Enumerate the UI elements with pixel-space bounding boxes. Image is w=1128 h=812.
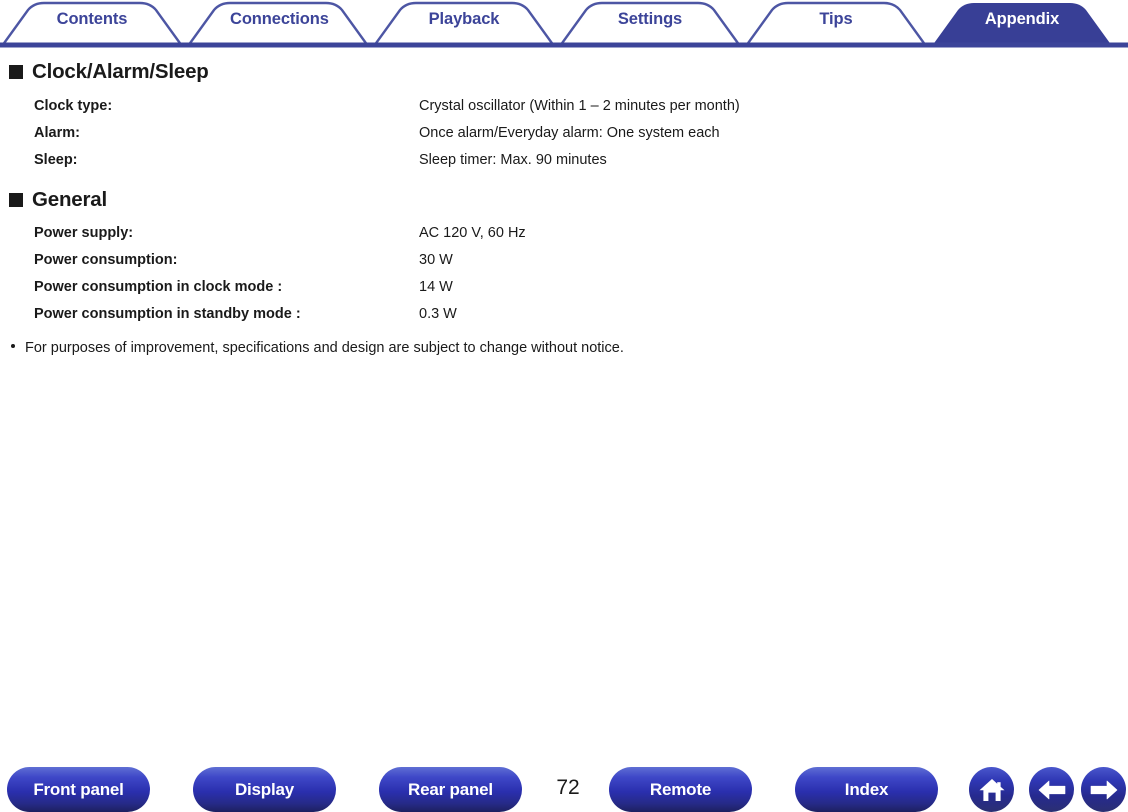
- spec-row: Power consumption: 30 W: [0, 252, 1128, 268]
- spec-value: Sleep timer: Max. 90 minutes: [419, 151, 607, 168]
- spec-value: 0.3 W: [419, 306, 457, 322]
- back-button[interactable]: [1029, 767, 1074, 812]
- footer-button-index[interactable]: Index: [795, 767, 938, 812]
- spec-label: Power consumption in standby mode :: [34, 306, 301, 322]
- tab-contents[interactable]: Contents: [44, 10, 140, 29]
- footer-button-rear-panel[interactable]: Rear panel: [379, 767, 522, 812]
- footer-button-remote[interactable]: Remote: [609, 767, 752, 812]
- footer-button-front-panel[interactable]: Front panel: [7, 767, 150, 812]
- spec-label: Power consumption:: [34, 252, 178, 268]
- tab-playback[interactable]: Playback: [416, 10, 512, 29]
- spec-row: Power consumption in standby mode : 0.3 …: [0, 306, 1128, 322]
- footer-button-display[interactable]: Display: [193, 767, 336, 812]
- spec-row: Sleep: Sleep timer: Max. 90 minutes: [0, 152, 1128, 168]
- spec-value: 30 W: [419, 252, 453, 268]
- section-heading: Clock/Alarm/Sleep: [9, 60, 1128, 83]
- tab-tips[interactable]: Tips: [788, 10, 884, 29]
- spec-label: Alarm:: [34, 124, 80, 141]
- spec-row: Clock type: Crystal oscillator (Within 1…: [0, 98, 1128, 114]
- bullet-icon: [11, 344, 15, 348]
- home-button[interactable]: [969, 767, 1014, 812]
- spec-label: Power supply:: [34, 225, 134, 241]
- section-title: General: [32, 187, 107, 211]
- footnote-text: For purposes of improvement, specificati…: [25, 340, 624, 356]
- spec-row: Power supply: AC 120 V, 60 Hz: [0, 225, 1128, 241]
- spec-row: Power consumption in clock mode : 14 W: [0, 279, 1128, 295]
- section-title: Clock/Alarm/Sleep: [32, 60, 209, 83]
- spec-value: 14 W: [419, 279, 453, 295]
- section-bullet-square-icon: [9, 65, 23, 80]
- tab-settings[interactable]: Settings: [602, 10, 698, 29]
- footer-nav: Front panel Display Rear panel Remote In…: [0, 767, 1128, 812]
- footnote: For purposes of improvement, specificati…: [11, 340, 1128, 356]
- spec-value: Crystal oscillator (Within 1 – 2 minutes…: [419, 97, 740, 114]
- tab-bar-shapes: [0, 1, 1128, 48]
- spec-value: AC 120 V, 60 Hz: [419, 225, 526, 241]
- tab-bar: Contents Connections Playback Settings T…: [0, 0, 1128, 48]
- tab-connections[interactable]: Connections: [230, 10, 329, 29]
- arrow-right-icon: [1090, 780, 1117, 799]
- arrow-left-icon: [1038, 780, 1065, 799]
- spec-label: Sleep:: [34, 151, 78, 168]
- spec-label: Clock type:: [34, 97, 113, 114]
- page-content: Clock/Alarm/Sleep Clock type: Crystal os…: [0, 48, 1128, 356]
- spec-label: Power consumption in clock mode :: [34, 279, 283, 295]
- spec-row: Alarm: Once alarm/Everyday alarm: One sy…: [0, 125, 1128, 141]
- spec-value: Once alarm/Everyday alarm: One system ea…: [419, 124, 720, 141]
- section-heading: General: [9, 187, 1128, 211]
- section-clock-alarm-sleep: Clock/Alarm/Sleep Clock type: Crystal os…: [0, 60, 1128, 168]
- page-number: 72: [556, 776, 580, 799]
- section-bullet-square-icon: [9, 192, 23, 207]
- section-general: General Power supply: AC 120 V, 60 Hz Po…: [0, 187, 1128, 322]
- home-icon: [979, 778, 1004, 801]
- forward-button[interactable]: [1081, 767, 1126, 812]
- tab-appendix[interactable]: Appendix: [974, 10, 1070, 29]
